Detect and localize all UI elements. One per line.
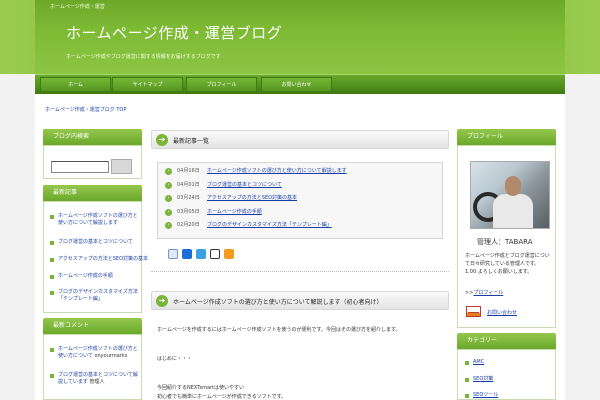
category-link[interactable]: SEO対策 (473, 376, 493, 383)
arrow-right-icon: › (165, 195, 172, 202)
sidebar-comment-link[interactable]: ホームページ作成ソフトの選び方と使い方について onyourmarks (58, 346, 138, 360)
breadcrumb[interactable]: ホームページ作成・運営ブログ TOP (45, 106, 126, 113)
article-paragraph: はじめに・・・ (157, 356, 193, 362)
post-link[interactable]: ホームページ作成の手順 (207, 208, 262, 217)
post-date: 04月01日 (177, 182, 200, 188)
profile-more-link[interactable]: プロフィール (473, 290, 503, 296)
bullet-icon (50, 241, 54, 245)
profile-photo (470, 161, 550, 229)
article-heading: ➜ ホームページ作成ソフトの選び方と使い方について解説します（初心者向け） (151, 291, 449, 310)
person-body-shape (493, 194, 533, 228)
nav-item-contact[interactable]: お問い合わせ (261, 77, 332, 92)
arrow-right-icon: › (165, 209, 172, 216)
bullet-icon (50, 215, 54, 219)
bio-line: よろしくお願いします。 (477, 269, 533, 275)
hatena-bookmark-icon[interactable] (182, 249, 192, 259)
post-link[interactable]: ブログ運営の基本とコツについて (207, 181, 282, 190)
bullet-icon (50, 348, 54, 352)
bio-line: 1.00 (465, 269, 477, 275)
sidebar-recent-link[interactable]: ホームページ作成ソフトの選び方と使い方について解説します (58, 213, 138, 227)
sidebar-recent-link[interactable]: アクセスアップの方法とSEO対策の基本 (58, 256, 148, 263)
category-widget (457, 349, 556, 400)
recent-widget-title: 最新記事 (43, 185, 142, 201)
comments-widget-title: 最新コメント (43, 318, 142, 334)
arrow-right-icon: ➜ (156, 295, 168, 307)
nav-item-sitemap[interactable]: サイトマップ (112, 77, 183, 92)
profile-widget-title: プロフィール (457, 129, 556, 145)
contact-link[interactable]: お問い合わせ (487, 309, 517, 316)
rss-icon[interactable] (224, 249, 234, 259)
recent-list: › 04月16日 ホームページ作成ソフトの選び方と使い方について解説します › … (157, 162, 443, 239)
mail-icon[interactable] (466, 306, 481, 317)
sidebar-comment-link[interactable]: ブログ運営の基本とコツについて解説しています 管理人 (58, 372, 138, 386)
article-paragraph: 初心者でも簡単にホームページが作成できるソフトです。 (157, 394, 287, 400)
bullet-icon (465, 378, 469, 382)
arrow-right-icon: › (165, 168, 172, 175)
article-paragraph: ホームページを作成するにはホームページ作成ソフトを使うのが便利です。今回はその選… (157, 327, 401, 333)
post-link[interactable]: ブログのデザインカスタマイズ方法「テンプレート編」 (207, 221, 332, 230)
sidebar-recent-link[interactable]: ブログのデザインカスタマイズ方法「テンプレート編」 (58, 289, 138, 303)
person-face-shape (505, 176, 521, 196)
divider (151, 271, 449, 272)
delicious-icon[interactable] (210, 249, 220, 259)
bullet-icon (50, 275, 54, 279)
recent-list-title: 最新記事一覧 (173, 138, 210, 145)
comment-author: 管理人 (89, 379, 105, 385)
search-input[interactable] (51, 161, 109, 173)
post-date: 04月16日 (177, 168, 200, 174)
bullet-icon (50, 291, 54, 295)
arrow-right-icon: › (165, 182, 172, 189)
bookmark-icon[interactable] (168, 249, 178, 259)
profile-bio: ホームページ作成とブログ運営について日々研究している管理人です。 1.00 よろ… (465, 252, 551, 276)
article-title[interactable]: ホームページ作成ソフトの選び方と使い方について解説します（初心者向け） (173, 297, 383, 306)
nav-item-profile[interactable]: プロフィール (186, 77, 257, 92)
bio-line: ホームページ作成とブログ運営について日々研究している管理人です。 (465, 253, 550, 267)
bullet-icon (50, 374, 54, 378)
nav-item-home[interactable]: ホーム (40, 77, 111, 92)
site-tagline: ホームページ作成・運営 (50, 4, 105, 10)
sidebar-recent-link[interactable]: ブログ運営の基本とコツについて (58, 239, 133, 246)
livedoor-clip-icon[interactable] (196, 249, 206, 259)
main-nav: ホーム サイトマップ プロフィール お問い合わせ (35, 74, 565, 94)
post-link[interactable]: アクセスアップの方法とSEO対策の基本 (207, 194, 297, 203)
post-link[interactable]: ホームページ作成ソフトの選び方と使い方について解説します (207, 167, 347, 176)
bullet-icon (465, 361, 469, 365)
site-description: ホームページ作成やブログ運営に関する情報をお届けするブログです (66, 54, 221, 60)
site-header: ホームページ作成・運営 ホームページ作成・運営ブログ ホームページ作成やブログ運… (0, 0, 600, 74)
post-date: 02月20日 (177, 222, 200, 228)
arrow-right-icon: › (165, 222, 172, 229)
search-button[interactable] (111, 159, 132, 174)
comments-widget (43, 334, 142, 400)
category-link[interactable]: SEOツール (473, 392, 498, 399)
post-date: 03月24日 (177, 195, 200, 201)
recent-list-heading: ➜ 最新記事一覧 (151, 130, 449, 149)
post-date: 03月05日 (177, 209, 200, 215)
sidebar-recent-link[interactable]: ホームページ作成の手順 (58, 273, 113, 280)
article-paragraph: 今回紹介するNEXTsmartは使いやすい (157, 385, 245, 391)
bullet-icon (465, 394, 469, 398)
category-link[interactable]: AMC (473, 359, 484, 366)
arrow-right-icon: ➜ (156, 134, 168, 146)
site-title[interactable]: ホームページ作成・運営ブログ (66, 22, 282, 43)
comment-author: onyourmarks (94, 353, 128, 359)
admin-name: 管理人：TABARA (477, 238, 533, 246)
bullet-icon (50, 258, 54, 262)
search-widget-title: ブログ内検索 (43, 129, 142, 145)
profile-more[interactable]: >>プロフィール (465, 289, 503, 296)
category-widget-title: カテゴリー (457, 333, 556, 349)
